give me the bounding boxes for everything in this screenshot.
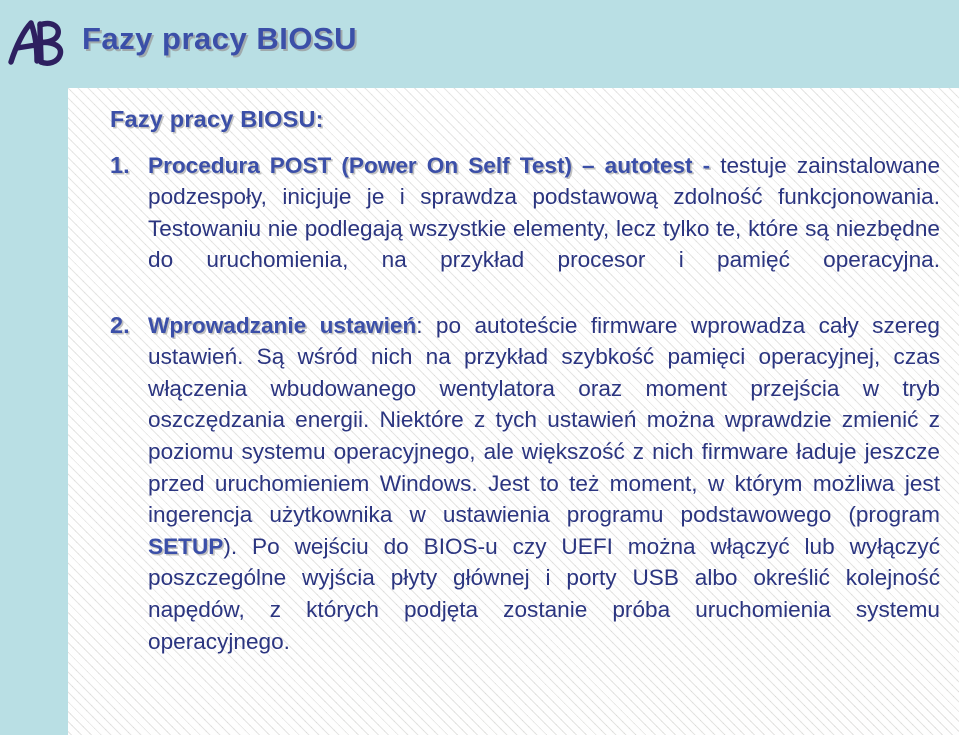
setup-emphasis: SETUP: [148, 533, 224, 559]
list-item: 2. Wprowadzanie ustawień: po autoteście …: [110, 310, 940, 689]
list-item-body: Procedura POST (Power On Self Test) – au…: [148, 150, 940, 308]
list-item-lead: Wprowadzanie ustawień: [148, 312, 417, 338]
body-heading: Fazy pracy BIOSU:: [110, 106, 324, 132]
list-item-body: Wprowadzanie ustawień: po autoteście fir…: [148, 310, 940, 689]
page-title: Fazy pracy BIOSU: [82, 21, 358, 56]
ab-logo-icon: [4, 14, 70, 70]
list-item: 1. Procedura POST (Power On Self Test) –…: [110, 150, 940, 308]
list-item-number: 1.: [110, 151, 130, 178]
list-item-lead: Procedura POST (Power On Self Test) – au…: [148, 152, 711, 178]
presentation-slide: Fazy pracy BIOSU Fazy pracy BIOSU: 1. Pr…: [0, 0, 959, 735]
left-sidebar-strip: [0, 0, 68, 735]
list-item-number: 2.: [110, 311, 130, 338]
list-item-text-part1: : po autoteście firmware wprowadza cały …: [148, 312, 940, 528]
list-item-text-part2: ). Po wejściu do BIOS-u czy UEFI można w…: [148, 533, 940, 654]
slide-body: Fazy pracy BIOSU: 1. Procedura POST (Pow…: [110, 104, 940, 691]
